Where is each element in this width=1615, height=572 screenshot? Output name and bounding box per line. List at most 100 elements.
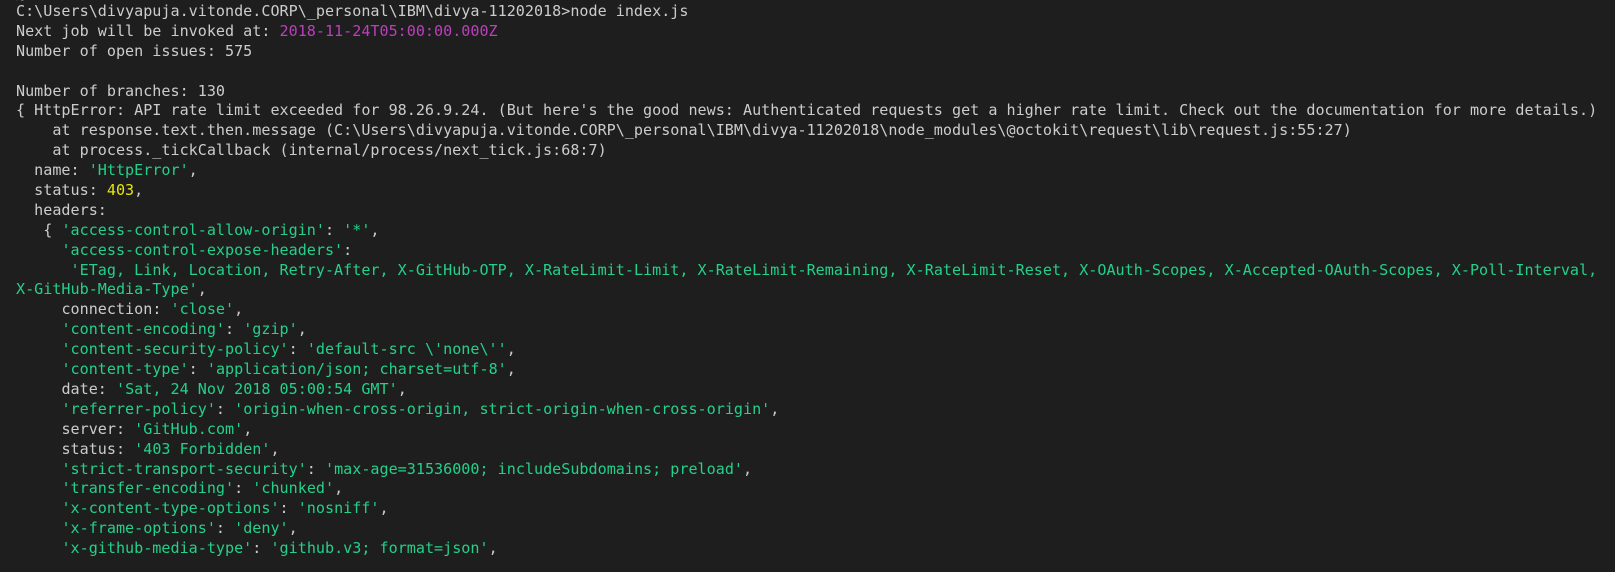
prop-key: name: xyxy=(16,161,89,180)
header-row: 'content-encoding': 'gzip', xyxy=(16,320,1615,340)
prop-value: '403 Forbidden' xyxy=(134,439,271,458)
colon: : xyxy=(225,320,244,339)
next-job-line: Next job will be invoked at: 2018-11-24T… xyxy=(16,22,1615,42)
header-row: 'referrer-policy': 'origin-when-cross-or… xyxy=(16,400,1615,420)
prop-key: 'strict-transport-security' xyxy=(61,459,307,478)
comma: , xyxy=(188,161,198,180)
comma: , xyxy=(370,220,380,239)
prop-value: 403 xyxy=(106,181,135,200)
header-row: status: '403 Forbidden', xyxy=(16,440,1615,460)
prop-key: 'x-frame-options' xyxy=(61,519,216,538)
comma: , xyxy=(506,360,516,379)
comma: , xyxy=(134,181,144,200)
prop-value: 'github.v3; format=json' xyxy=(270,539,489,558)
header-row: 'x-github-media-type': 'github.v3; forma… xyxy=(16,539,1615,559)
header-aceh-key-line: 'access-control-expose-headers': xyxy=(16,241,1615,261)
header-aceh-value-line: 'ETag, Link, Location, Retry-After, X-Gi… xyxy=(16,261,1606,301)
prop-value: 'application/json; charset=utf-8' xyxy=(206,360,507,379)
prop-value: 'max-age=31536000; includeSubdomains; pr… xyxy=(324,459,743,478)
prop-value: 'GitHub.com' xyxy=(134,419,244,438)
prop-key: 'x-github-media-type' xyxy=(61,539,253,558)
colon: : xyxy=(279,499,298,518)
prop-value: 'gzip' xyxy=(243,320,298,339)
comma: , xyxy=(770,399,780,418)
prop-value: 'HttpError' xyxy=(88,161,189,180)
header-row: 'strict-transport-security': 'max-age=31… xyxy=(16,460,1615,480)
prop-key: status xyxy=(61,439,116,458)
header-row: connection: 'close', xyxy=(16,300,1615,320)
branches-line: Number of branches: 130 xyxy=(16,81,226,100)
colon: : xyxy=(324,220,344,239)
prop-value: 'default-src \'none\'' xyxy=(306,340,507,359)
prop-value: 'chunked' xyxy=(252,479,335,498)
colon: : xyxy=(97,379,116,398)
prop-key: 'access-control-expose-headers' xyxy=(61,240,344,259)
prop-key: 'content-type' xyxy=(61,360,189,379)
prop-key: 'x-content-type-options' xyxy=(61,499,280,518)
prop-key: 'referrer-policy' xyxy=(61,399,216,418)
comma: , xyxy=(197,280,207,299)
header-row: 'x-content-type-options': 'nosniff', xyxy=(16,499,1615,519)
scrolled-off-line: ~ xyxy=(16,0,25,10)
colon: : xyxy=(306,459,325,478)
comma: , xyxy=(506,340,516,359)
prop-key: 'access-control-allow-origin' xyxy=(61,220,325,239)
header-acao-line: { 'access-control-allow-origin': '*', xyxy=(16,221,1615,241)
prop-value: 'origin-when-cross-origin, strict-origin… xyxy=(234,399,771,418)
comma: , xyxy=(243,419,253,438)
comma: , xyxy=(397,379,407,398)
comma: , xyxy=(270,439,280,458)
stack-trace-line: at process._tickCallback (internal/proce… xyxy=(16,141,607,160)
comma: , xyxy=(379,499,389,518)
next-job-label: Next job will be invoked at: xyxy=(16,21,280,40)
header-row: server: 'GitHub.com', xyxy=(16,420,1615,440)
stack-trace-line: at response.text.then.message (C:\Users\… xyxy=(16,121,1352,140)
colon: : xyxy=(115,439,135,458)
comma: , xyxy=(234,300,244,319)
comma: , xyxy=(297,320,307,339)
prop-key: server xyxy=(61,419,116,438)
prop-key: 'content-security-policy' xyxy=(61,340,289,359)
header-rows: connection: 'close', 'content-encoding':… xyxy=(16,300,1615,559)
prop-value: 'Sat, 24 Nov 2018 05:00:54 GMT' xyxy=(115,379,398,398)
colon: : xyxy=(152,300,171,319)
comma: , xyxy=(288,519,298,538)
colon: : xyxy=(115,419,135,438)
prop-key: 'transfer-encoding' xyxy=(61,479,235,498)
header-row: date: 'Sat, 24 Nov 2018 05:00:54 GMT', xyxy=(16,380,1615,400)
colon: : xyxy=(215,399,235,418)
header-row: 'transfer-encoding': 'chunked', xyxy=(16,479,1615,499)
error-status-line: status: 403, xyxy=(16,181,1615,201)
open-brace: { xyxy=(16,220,62,239)
prop-key: 'content-encoding' xyxy=(61,320,226,339)
command-line: C:\Users\divyapuja.vitonde.CORP\_persona… xyxy=(16,2,689,20)
terminal-panel[interactable]: ~ C:\Users\divyapuja.vitonde.CORP\_perso… xyxy=(0,0,1615,572)
prop-value: 'nosniff' xyxy=(297,499,380,518)
prop-key: date xyxy=(61,379,98,398)
comma: , xyxy=(488,539,498,558)
prop-key: status: xyxy=(16,181,107,200)
colon: : xyxy=(188,360,207,379)
header-row: 'x-frame-options': 'deny', xyxy=(16,519,1615,539)
open-issues-line: Number of open issues: 575 xyxy=(16,41,253,60)
comma: , xyxy=(743,459,753,478)
colon: : xyxy=(343,240,353,259)
header-row: 'content-security-policy': 'default-src … xyxy=(16,340,1615,360)
error-name-line: name: 'HttpError', xyxy=(16,161,1615,181)
comma: , xyxy=(334,479,344,498)
prop-key: connection xyxy=(61,300,153,319)
